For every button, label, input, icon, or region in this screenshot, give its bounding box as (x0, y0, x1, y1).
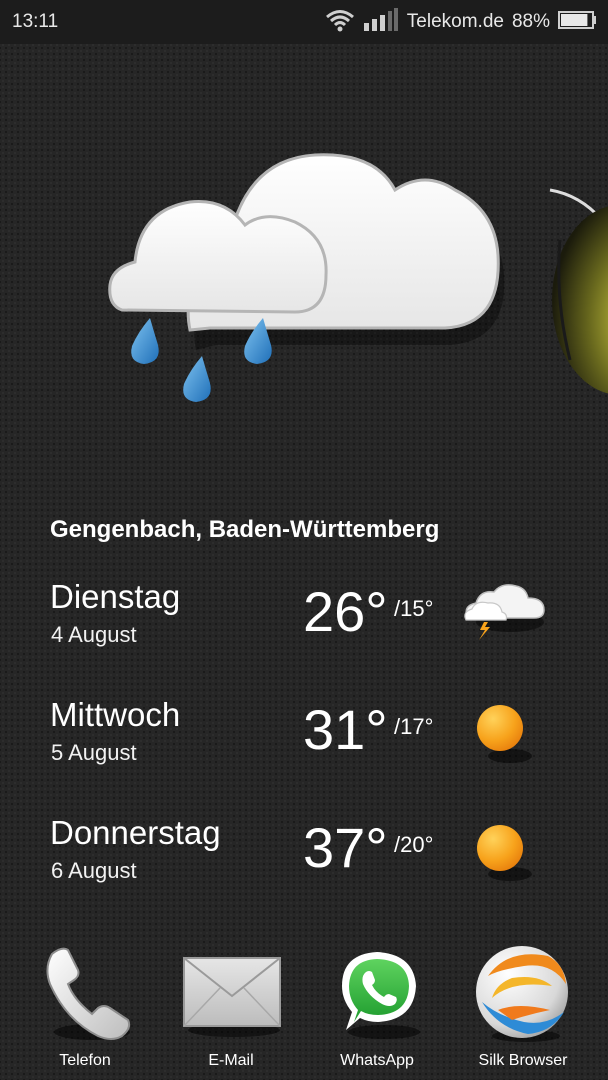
forecast-low: /20° (394, 832, 434, 857)
sun-icon (460, 696, 550, 766)
forecast-low: /15° (394, 596, 434, 621)
phone-icon (46, 947, 131, 1040)
forecast-high: 37° (303, 816, 388, 879)
app-label: Telefon (59, 1052, 111, 1069)
forecast-date: 6 August (51, 858, 137, 883)
status-bar: 13:11 Telekom.de 88% (0, 0, 608, 44)
app-silk-browser[interactable]: Silk Browser (458, 940, 588, 1080)
wifi-icon (325, 8, 355, 37)
app-label: E-Mail (208, 1052, 254, 1069)
cloud-rain-icon (108, 153, 505, 402)
forecast-row: Mittwoch 5 August 31° /17° (0, 696, 608, 796)
whatsapp-icon (342, 952, 420, 1039)
app-label: Silk Browser (478, 1052, 568, 1069)
forecast-high: 26° (303, 580, 388, 643)
forecast-low: /17° (394, 714, 434, 739)
forecast-row: Dienstag 4 August 26° /15° (0, 578, 608, 678)
forecast-date: 5 August (51, 740, 137, 765)
status-indicators: Telekom.de 88% (325, 7, 598, 37)
partial-widget-icon (540, 180, 608, 400)
app-email[interactable]: E-Mail (166, 940, 296, 1080)
signal-icon (363, 7, 399, 37)
silk-browser-icon (476, 946, 568, 1042)
app-whatsapp[interactable]: WhatsApp (312, 940, 442, 1080)
battery-icon (558, 9, 598, 36)
forecast-row: Donnerstag 6 August 37° /20° (0, 814, 608, 914)
forecast-high: 31° (303, 698, 388, 761)
battery-fill (561, 13, 588, 26)
app-label: WhatsApp (340, 1052, 414, 1069)
app-telefon[interactable]: Telefon (20, 940, 150, 1080)
forecast-date: 4 August (51, 622, 137, 647)
forecast-day: Mittwoch (50, 696, 181, 733)
status-time: 13:11 (12, 11, 59, 32)
forecast-day: Donnerstag (50, 814, 221, 851)
location-name: Gengenbach, Baden-Württemberg (50, 516, 440, 543)
sun-icon (460, 814, 550, 884)
current-weather-icon (100, 140, 520, 420)
carrier-name: Telekom.de (406, 11, 504, 32)
email-icon (183, 957, 281, 1037)
battery-percent: 88% (511, 11, 550, 32)
forecast-day: Dienstag (50, 578, 181, 615)
cloud-thunder-icon (460, 578, 550, 648)
app-dock: Telefon E-Mail WhatsApp Silk Browser (0, 940, 608, 1080)
